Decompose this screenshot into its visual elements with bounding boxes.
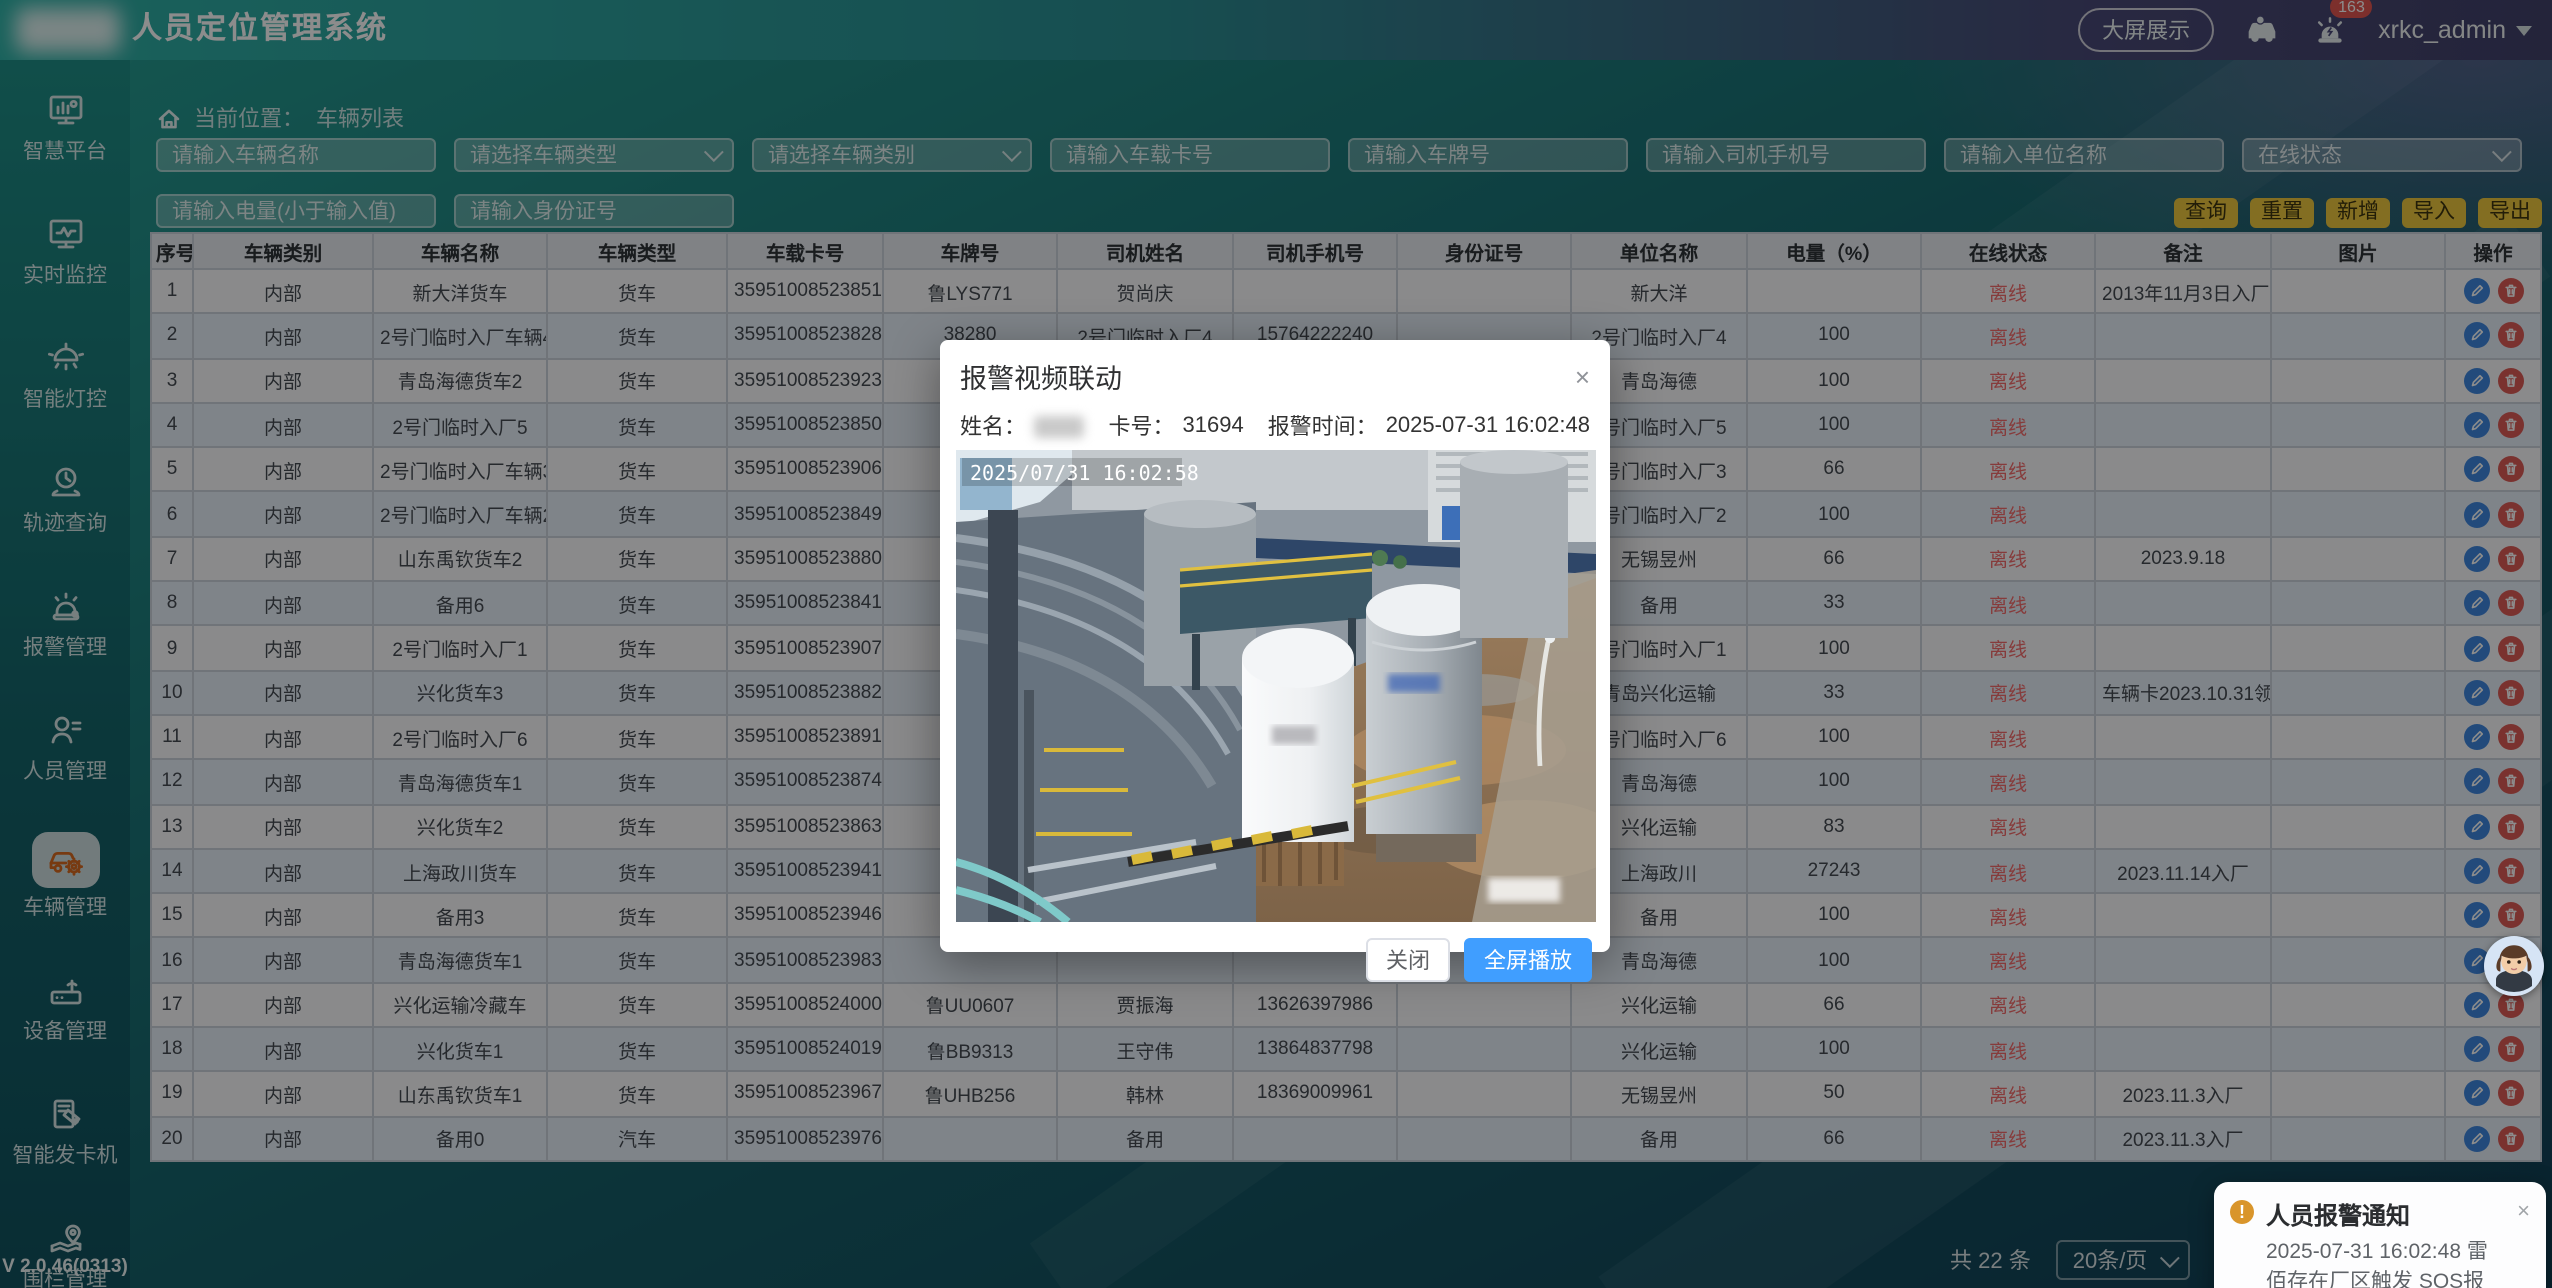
time-label: 报警时间： — [1268, 410, 1378, 442]
screen: 人员定位管理系统 大屏展示 163 xrkc_admin 智慧平台实时监控智能灯… — [0, 0, 2552, 1288]
toast-title: 人员报警通知 — [2266, 1198, 2505, 1232]
watermark-redacted — [1487, 878, 1559, 902]
card-label: 卡号： — [1109, 410, 1175, 442]
card-number: 31694 — [1183, 414, 1244, 438]
video-osd-timestamp: 2025/07/31 16:02:58 — [969, 461, 1198, 485]
alarm-toast: ! 人员报警通知 2025-07-31 16:02:48 雷佰存在厂区触发 SO… — [2214, 1182, 2546, 1288]
close-button[interactable]: 关闭 — [1366, 938, 1450, 982]
name-redacted — [1034, 415, 1085, 437]
close-icon[interactable]: × — [1575, 363, 1590, 389]
assistant-avatar[interactable] — [2484, 936, 2544, 996]
alarm-time: 2025-07-31 16:02:48 — [1386, 414, 1590, 438]
warning-icon: ! — [2230, 1200, 2254, 1224]
alarm-info-line: 姓名： 卡号： 31694 报警时间： 2025-07-31 16:02:48 — [940, 400, 1610, 450]
cctv-video-frame[interactable]: 2025/07/31 16:02:58 — [955, 450, 1595, 922]
close-icon[interactable]: × — [2517, 1200, 2530, 1224]
name-label: 姓名： — [960, 410, 1026, 442]
toast-message: 2025-07-31 16:02:48 雷佰存在厂区触发 SOS报警 请及时处理 — [2266, 1238, 2505, 1288]
fullscreen-play-button[interactable]: 全屏播放 — [1464, 938, 1592, 982]
alarm-video-modal: 报警视频联动 × 姓名： 卡号： 31694 报警时间： 2025-07-31 … — [940, 340, 1610, 952]
modal-title: 报警视频联动 — [960, 356, 1122, 396]
cctv-scene-illustration: 2025/07/31 16:02:58 — [955, 450, 1595, 922]
